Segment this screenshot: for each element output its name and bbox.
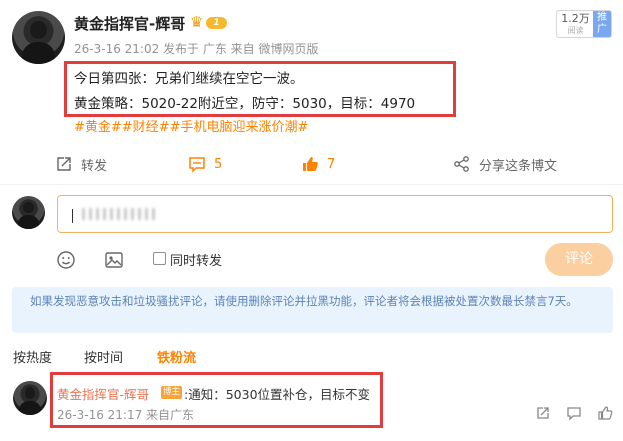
post-content-line-2: 黄金策略：5020-22附近空，防守：5030，目标：4970 [74, 96, 416, 112]
sync-repost-checkbox[interactable] [153, 252, 166, 265]
commenter-name[interactable]: 黄金指挥官-辉哥 [57, 384, 149, 403]
post-meta: 26-3-16 21:02 发布于 广东 来自 微博网页版 [74, 42, 319, 56]
commenter-avatar[interactable] [13, 381, 47, 415]
emoji-icon[interactable] [56, 250, 76, 270]
current-user-avatar [12, 196, 45, 229]
comment-reply-icon[interactable] [566, 405, 582, 421]
read-count: 1.2万 [561, 12, 590, 25]
repost-button[interactable]: 转发 [55, 152, 107, 176]
text-cursor [72, 209, 73, 223]
sort-tab-fans[interactable]: 铁粉流 [157, 347, 196, 366]
comment-text: :通知：5030位置补仓，目标不变 [184, 387, 371, 402]
comment-count: 5 [214, 156, 223, 172]
comment-like-icon[interactable] [597, 405, 613, 421]
blurred-input-text [82, 208, 156, 220]
level-badge: 1 [206, 17, 227, 29]
comment-button[interactable]: 5 [188, 152, 222, 176]
sync-repost-label[interactable]: 同时转发 [170, 250, 222, 269]
thumbs-up-icon [303, 157, 318, 171]
comment-icon [189, 157, 205, 173]
post-action-bar: 转发 5 7 分享这条博文 [0, 152, 623, 176]
share-button[interactable]: 分享这条博文 [453, 152, 557, 176]
sort-tab-time[interactable]: 按时间 [84, 347, 123, 366]
moderation-notice: 如果发现恶意攻击和垃圾骚扰评论，请使用删除评论并拉黑功能，评论者将会根据被处置次… [12, 287, 613, 333]
sort-tab-hot[interactable]: 按热度 [13, 347, 52, 366]
share-icon [454, 156, 469, 172]
promote-button[interactable]: 推广 [593, 11, 611, 37]
like-count: 7 [327, 156, 336, 172]
share-label: 分享这条博文 [479, 158, 558, 174]
read-count-label: 阅读 [567, 26, 584, 35]
read-count-box: 1.2万 阅读 推广 [556, 10, 612, 38]
comment-meta: 26-3-16 21:17 来自广东 [57, 408, 195, 422]
submit-comment-button[interactable]: 评论 [545, 243, 613, 276]
comment-repost-icon[interactable] [535, 405, 551, 421]
comment-input[interactable] [57, 195, 613, 233]
author-name[interactable]: 黄金指挥官-辉哥 [74, 13, 185, 34]
author-badge: 博主 [161, 386, 182, 399]
post-tags[interactable]: #黄金##财经##手机电脑迎来涨价潮# [74, 116, 308, 135]
author-avatar[interactable] [12, 11, 65, 64]
post-content-line-1: 今日第四张：兄弟们继续在空它一波。 [74, 71, 304, 87]
image-icon[interactable] [104, 250, 124, 270]
vip-badge[interactable]: ♛ 1 [190, 14, 228, 32]
like-button[interactable]: 7 [301, 152, 335, 176]
repost-label: 转发 [81, 158, 108, 174]
repost-icon [57, 157, 71, 171]
section-divider [0, 184, 623, 185]
